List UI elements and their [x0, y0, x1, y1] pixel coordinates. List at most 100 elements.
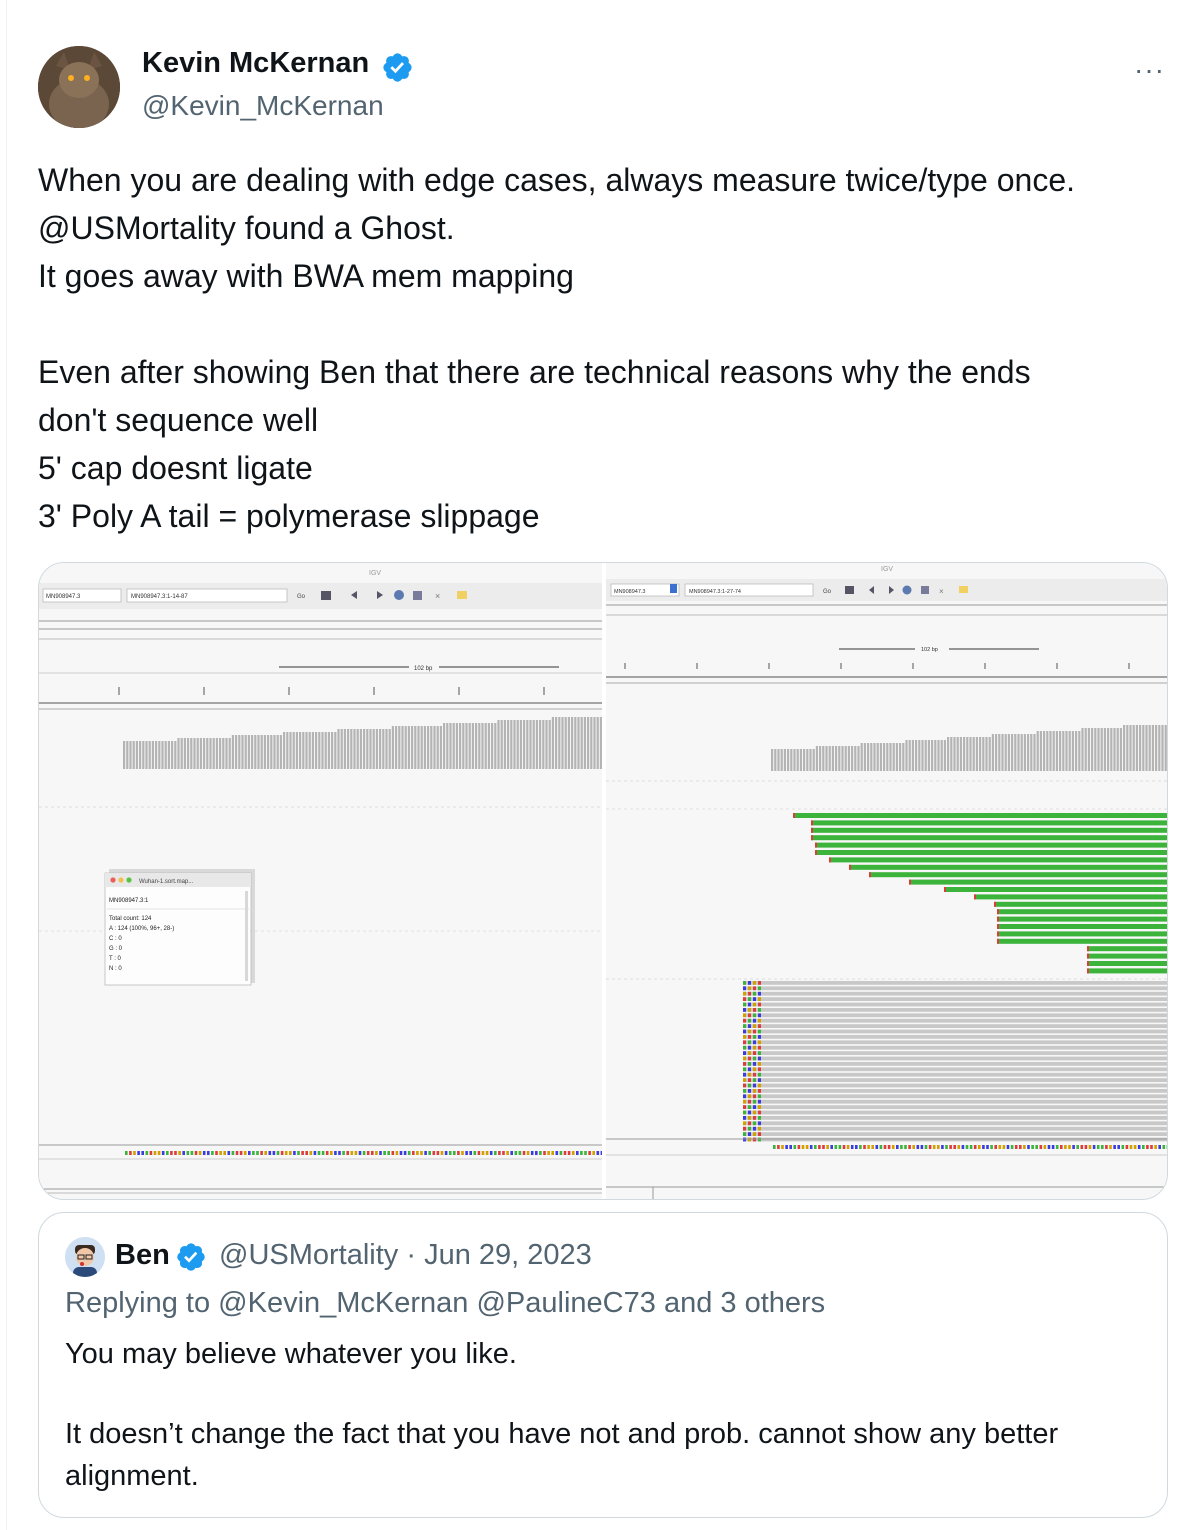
aligned-read: [743, 1089, 1167, 1093]
coverage-bar: [1103, 728, 1106, 771]
quoted-line: [65, 1375, 1155, 1413]
reference-base: [1158, 1145, 1161, 1149]
go-button[interactable]: Go: [297, 594, 306, 600]
coverage-bar: [1091, 728, 1094, 771]
replying-prefix: Replying to: [65, 1287, 211, 1319]
igv-left-panel: IGV MN908947.3 MN908947.3:1-14-87 Go × 1…: [39, 563, 604, 1199]
mismatch-base: [743, 986, 746, 991]
coverage-bar: [921, 740, 924, 771]
coverage-bar: [513, 720, 516, 769]
more-options-icon[interactable]: ···: [1134, 54, 1165, 86]
quoted-tweet-date[interactable]: · Jun 29, 2023: [406, 1239, 591, 1271]
popup-line: T : 0: [109, 956, 122, 962]
softclipped-read: [1087, 946, 1167, 952]
reference-base: [194, 1151, 198, 1155]
coverage-bar: [526, 720, 529, 769]
author-avatar[interactable]: [38, 46, 120, 128]
read-start-mark: [869, 872, 871, 878]
reference-base: [387, 1151, 390, 1155]
reference-base: [485, 1151, 489, 1155]
reference-base: [518, 1151, 522, 1155]
quoted-author-handle[interactable]: @USMortality: [219, 1239, 398, 1271]
coverage-bar: [867, 743, 870, 771]
coverage-bar: [1145, 725, 1148, 771]
reference-base: [1002, 1145, 1006, 1149]
coverage-bar: [1151, 725, 1154, 771]
coverage-bar: [1100, 728, 1103, 771]
reference-base: [125, 1151, 128, 1155]
coverage-bar: [145, 741, 148, 769]
reference-base: [202, 1151, 206, 1155]
mismatch-base: [758, 1062, 761, 1066]
coverage-bar: [1107, 728, 1110, 771]
mismatch-base: [758, 1078, 761, 1082]
dropdown-icon[interactable]: [670, 584, 677, 593]
coverage-bar: [500, 720, 503, 769]
tweet-line: [38, 300, 1178, 348]
coverage-bar: [1039, 731, 1042, 771]
tweet-media[interactable]: IGV MN908947.3 MN908947.3:1-14-87 Go × 1…: [38, 562, 1168, 1200]
coverage-bar: [1001, 734, 1004, 771]
mismatch-base: [743, 1094, 746, 1099]
author-handle[interactable]: @Kevin_McKernan: [142, 90, 384, 122]
mismatch-base: [753, 1116, 756, 1120]
coverage-bar: [1161, 725, 1164, 771]
reference-base: [961, 1145, 965, 1149]
read-start-mark: [793, 813, 795, 818]
mismatch-base: [748, 1045, 751, 1050]
replying-suffix[interactable]: and 3 others: [664, 1287, 825, 1319]
go-button[interactable]: Go: [823, 589, 832, 595]
read-start-mark: [815, 850, 817, 855]
replying-mentions[interactable]: @Kevin_McKernan @PaulineC73: [218, 1287, 656, 1319]
reference-base: [1060, 1145, 1063, 1149]
reference-base: [489, 1151, 493, 1155]
coverage-bar: [404, 726, 407, 769]
coverage-bar: [542, 720, 545, 769]
reference-base: [957, 1145, 961, 1149]
mismatch-base: [743, 1062, 746, 1066]
reference-base: [891, 1145, 895, 1149]
reference-base: [137, 1151, 140, 1155]
quoted-author-name[interactable]: Ben: [115, 1239, 170, 1272]
read-start-mark: [829, 857, 831, 863]
coverage-bar: [1007, 734, 1010, 771]
coverage-bar: [270, 735, 273, 769]
mismatch-base: [743, 1008, 746, 1012]
coverage-bar: [972, 737, 975, 771]
coverage-bar: [532, 720, 535, 769]
coverage-bar: [1071, 731, 1074, 771]
reference-base: [182, 1151, 185, 1155]
mismatch-base: [758, 1072, 761, 1077]
quoted-tweet[interactable]: Ben @USMortality · Jun 29, 2023 Replying…: [38, 1212, 1168, 1518]
quoted-author-avatar[interactable]: [65, 1237, 105, 1277]
verified-badge-icon: [177, 1243, 205, 1271]
tweet-line: When you are dealing with edge cases, al…: [38, 162, 1075, 198]
mismatch-base: [743, 981, 746, 985]
coverage-bar: [231, 735, 234, 769]
reference-base: [588, 1151, 591, 1155]
reference-base: [190, 1151, 194, 1155]
coverage-bar: [209, 738, 212, 769]
reference-base: [814, 1145, 817, 1149]
mismatch-base: [753, 1089, 756, 1093]
coverage-bar: [187, 738, 190, 769]
softclipped-read: [997, 938, 1167, 944]
mismatch-base: [743, 1013, 746, 1018]
coverage-bar: [1129, 725, 1132, 771]
mismatch-base: [748, 1072, 751, 1077]
reference-base: [530, 1151, 534, 1155]
refresh-icon: [902, 585, 912, 595]
coverage-bar: [468, 723, 471, 769]
reference-base: [432, 1151, 436, 1155]
mismatch-base: [753, 1072, 756, 1077]
coverage-bar: [1119, 728, 1122, 771]
coverage-bar: [780, 749, 783, 771]
reference-base: [1031, 1145, 1034, 1149]
mismatch-base: [743, 1089, 746, 1093]
allele-popup[interactable]: Wuhan-1.sort.map... MN908947.3:1 Total c…: [104, 869, 255, 986]
coverage-bar: [551, 717, 554, 769]
author-name[interactable]: Kevin McKernan: [142, 47, 369, 80]
coverage-bar: [587, 717, 590, 769]
coverage-bar: [276, 735, 279, 769]
reference-base: [178, 1151, 181, 1155]
